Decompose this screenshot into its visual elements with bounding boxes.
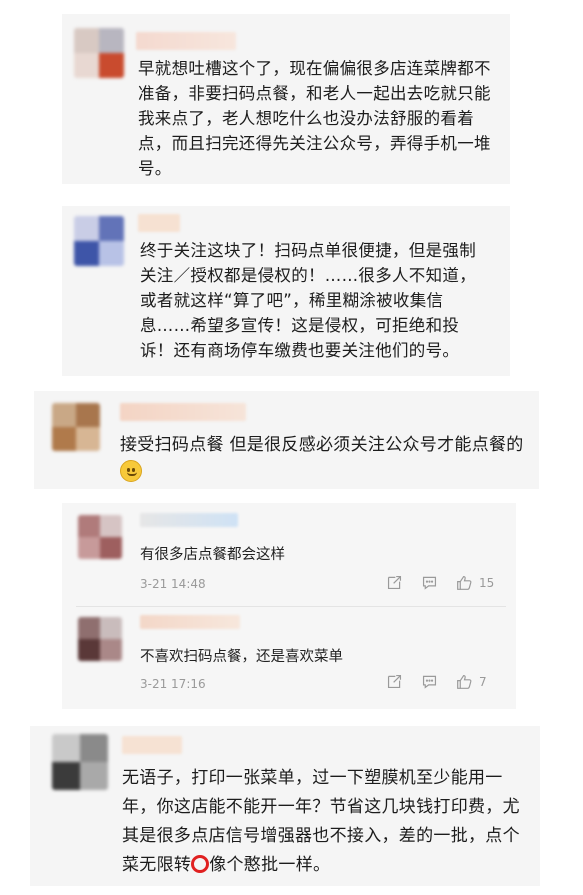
reply-actions: 15 [386,574,494,591]
username[interactable] [136,32,236,50]
comment-text: 早就想吐槽这个了，现在偏偏很多店连菜牌都不准备，非要扫码点餐，和老人一起出去吃就… [138,59,491,178]
reply-thread: 有很多店点餐都会这样 3-21 14:48 15 不喜欢扫码点餐，还是喜欢菜单 … [62,503,516,709]
username[interactable] [138,214,180,232]
reply-text: 有很多店点餐都会这样 [140,547,285,563]
timestamp: 3-21 14:48 [140,577,206,591]
comment-button[interactable] [421,574,438,591]
comment-text: 无语子，打印一张菜单，过一下塑膜机至少能用一年，你这店能不能开一年？节省这几块钱… [122,764,527,880]
comment-icon [422,675,437,689]
comment-card: 接受扫码点餐 但是很反感必须关注公众号才能点餐的 [34,391,539,489]
username[interactable] [122,736,182,754]
like-button[interactable]: 15 [456,574,494,591]
comments-page: 早就想吐槽这个了，现在偏偏很多店连菜牌都不准备，非要扫码点餐，和老人一起出去吃就… [0,0,583,895]
like-count: 7 [479,674,487,689]
username[interactable] [120,403,246,421]
share-icon [387,674,402,689]
comment-card: 无语子，打印一张菜单，过一下塑膜机至少能用一年，你这店能不能开一年？节省这几块钱… [30,726,540,886]
reply-item: 有很多店点餐都会这样 3-21 14:48 15 [62,503,516,606]
share-button[interactable] [386,574,403,591]
comment-text: 接受扫码点餐 但是很反感必须关注公众号才能点餐的 [120,431,525,487]
avatar[interactable] [74,216,124,266]
username[interactable] [140,513,238,527]
share-button[interactable] [386,673,403,690]
comment-text-content: 接受扫码点餐 但是很反感必须关注公众号才能点餐的 [120,435,524,455]
reply-text: 不喜欢扫码点餐，还是喜欢菜单 [140,649,343,665]
comment-text-content: 像个憨批一样。 [209,855,331,875]
avatar[interactable] [78,515,122,559]
like-button[interactable]: 7 [456,673,487,690]
timestamp: 3-21 17:16 [140,677,206,691]
comment-card: 终于关注这块了！扫码点单很便捷，但是强制关注／授权都是侵权的！……很多人不知道，… [62,206,510,376]
comment-icon [422,576,437,590]
avatar[interactable] [52,403,100,451]
share-icon [387,575,402,590]
comment-card: 早就想吐槽这个了，现在偏偏很多店连菜牌都不准备，非要扫码点餐，和老人一起出去吃就… [62,14,510,184]
avatar[interactable] [52,734,108,790]
reply-item: 不喜欢扫码点餐，还是喜欢菜单 3-21 17:16 7 [62,607,516,709]
comment-text: 终于关注这块了！扫码点单很便捷，但是强制关注／授权都是侵权的！……很多人不知道，… [140,241,476,360]
thumbs-up-icon [457,674,472,689]
avatar[interactable] [74,28,124,78]
thumbs-up-icon [457,575,472,590]
username[interactable] [140,615,240,629]
reply-actions: 7 [386,673,487,690]
like-count: 15 [479,575,495,590]
red-ring-icon [191,855,210,873]
avatar[interactable] [78,617,122,661]
slightly-smiling-face-icon [120,460,142,482]
comment-button[interactable] [421,673,438,690]
